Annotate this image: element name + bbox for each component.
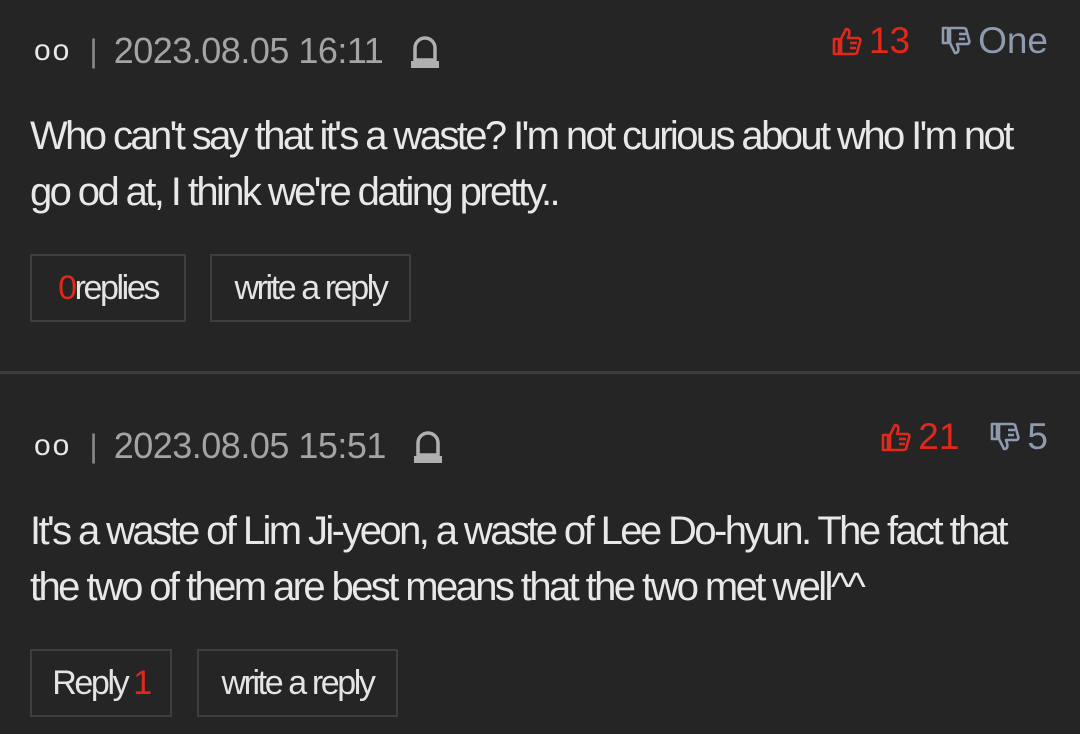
comment-date: 2023.08.05 15:51: [113, 425, 387, 466]
write-reply-button[interactable]: write a reply: [197, 649, 398, 717]
dislike-button[interactable]: 5: [989, 416, 1048, 458]
write-reply-label: write a reply: [221, 663, 375, 702]
dislike-button[interactable]: One: [940, 20, 1048, 62]
replies-count: 0: [58, 268, 77, 307]
like-button[interactable]: 21: [880, 416, 959, 458]
like-button[interactable]: 13: [831, 20, 910, 62]
comment-divider: [0, 371, 1080, 374]
meta-separator: |: [89, 427, 98, 464]
thumbs-down-icon: [991, 422, 1021, 451]
meta-separator: |: [89, 32, 98, 69]
comment-text: Who can't say that it's a waste? I'm not…: [30, 114, 1014, 214]
thumbs-up-icon: [832, 27, 862, 56]
comment-text: It's a waste of Lim Ji-yeon, a waste of …: [30, 509, 1008, 609]
vote-group: 21 5: [880, 416, 1048, 458]
write-reply-label: write a reply: [234, 268, 388, 307]
comment-author[interactable]: oo: [34, 429, 71, 463]
comment-author[interactable]: oo: [34, 34, 71, 68]
siren-icon[interactable]: [412, 427, 444, 465]
comment-meta: oo | 2023.08.05 16:11: [34, 30, 441, 72]
replies-label: replies: [74, 268, 161, 307]
like-count: 13: [868, 20, 911, 61]
like-count: 21: [918, 416, 960, 457]
write-reply-button[interactable]: write a reply: [210, 254, 411, 322]
thumbs-down-icon: [941, 26, 971, 55]
replies-label: Reply: [52, 663, 129, 702]
replies-button[interactable]: 0 replies: [30, 254, 186, 322]
replies-count: 1: [133, 663, 152, 702]
dislike-count: 5: [1027, 416, 1048, 457]
thumbs-up-icon: [881, 423, 911, 452]
vote-group: 13 One: [831, 20, 1048, 62]
comment-meta: oo | 2023.08.05 15:51: [34, 425, 444, 467]
dislike-count: One: [978, 20, 1048, 61]
comment-date: 2023.08.05 16:11: [113, 30, 384, 71]
siren-icon[interactable]: [409, 32, 441, 70]
replies-button[interactable]: Reply 1: [30, 649, 172, 717]
